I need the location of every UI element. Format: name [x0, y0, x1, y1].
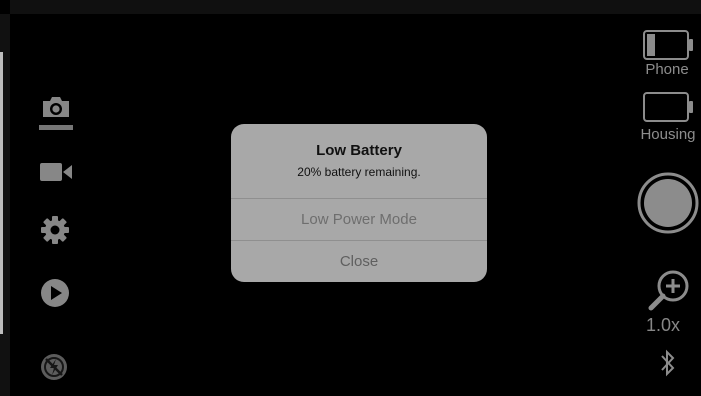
bluetooth-icon — [660, 348, 676, 378]
low-power-mode-button[interactable]: Low Power Mode — [231, 199, 487, 240]
zoom-in-icon[interactable] — [645, 268, 691, 314]
phone-battery-label: Phone — [645, 61, 689, 78]
video-camera-icon[interactable] — [39, 160, 73, 184]
phone-battery-icon — [643, 30, 693, 60]
camera-icon[interactable] — [40, 95, 72, 119]
active-mode-indicator — [39, 125, 73, 130]
housing-battery-label: Housing — [640, 126, 696, 143]
low-battery-alert: Low Battery 20% battery remaining. Low P… — [231, 124, 487, 282]
flash-off-icon[interactable] — [39, 352, 69, 382]
camera-viewfinder: Phone Housing 1.0x Low Battery 20% batte… — [0, 0, 701, 396]
close-button[interactable]: Close — [231, 241, 487, 282]
housing-battery-icon — [643, 92, 693, 122]
top-bezel — [10, 0, 701, 14]
play-icon[interactable] — [40, 278, 70, 308]
shutter-button[interactable] — [637, 172, 699, 234]
zoom-level-readout: 1.0x — [645, 315, 681, 335]
alert-title: Low Battery — [316, 142, 402, 159]
gear-icon[interactable] — [40, 215, 70, 245]
left-bezel — [0, 14, 10, 396]
alert-message: 20% battery remaining. — [297, 165, 421, 179]
